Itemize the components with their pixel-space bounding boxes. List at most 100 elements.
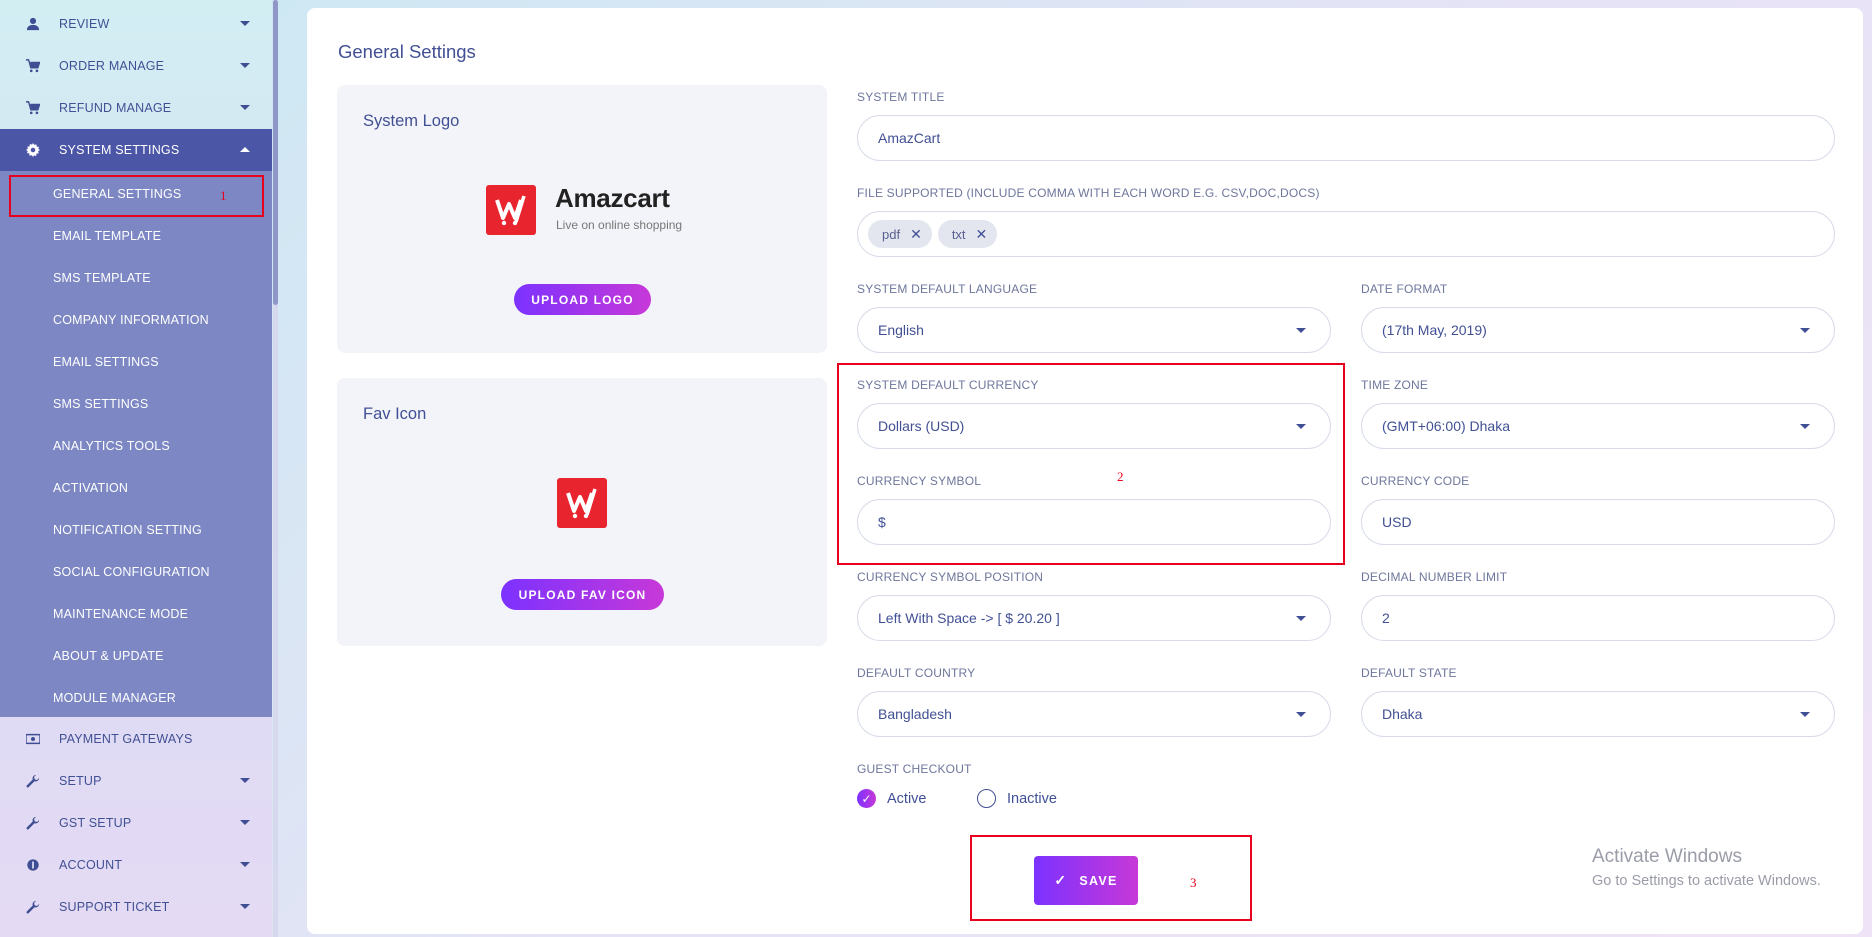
sidebar-item-label: SYSTEM SETTINGS bbox=[59, 143, 180, 157]
time-zone-value: (GMT+06:00) Dhaka bbox=[1382, 418, 1510, 434]
chevron-down-icon bbox=[240, 820, 250, 825]
radio-label: Active bbox=[887, 790, 927, 807]
windows-activation-subtitle: Go to Settings to activate Windows. bbox=[1592, 873, 1821, 889]
sidebar-item-label: ORDER MANAGE bbox=[59, 59, 165, 73]
annotation-number-3: 3 bbox=[1190, 875, 1197, 890]
chevron-down-icon bbox=[1800, 328, 1810, 333]
sidebar-item-order-manage[interactable]: ORDER MANAGE bbox=[0, 45, 272, 87]
language-value: English bbox=[878, 322, 924, 338]
brand-tagline: Live on online shopping bbox=[556, 218, 683, 232]
system-title-value: AmazCart bbox=[878, 130, 941, 146]
currency-code-value: USD bbox=[1382, 514, 1412, 530]
sidebar-item-label: SETUP bbox=[59, 774, 102, 788]
chevron-down-icon bbox=[1296, 328, 1306, 333]
system-logo-title: System Logo bbox=[363, 112, 460, 130]
guest-checkout-active-radio[interactable]: ✓ Active bbox=[857, 789, 927, 808]
decimal-limit-label: DECIMAL NUMBER LIMIT bbox=[1361, 570, 1508, 584]
submenu-item-email-template[interactable]: EMAIL TEMPLATE bbox=[0, 215, 272, 257]
submenu-item-about-update[interactable]: ABOUT & UPDATE bbox=[0, 635, 272, 677]
sidebar-item-setup[interactable]: SETUP bbox=[0, 760, 272, 802]
wrench-icon bbox=[25, 899, 41, 915]
file-supported-input[interactable]: pdf ✕ txt ✕ bbox=[857, 211, 1835, 257]
close-icon[interactable]: ✕ bbox=[910, 226, 922, 243]
submenu-item-email-settings[interactable]: EMAIL SETTINGS bbox=[0, 341, 272, 383]
sidebar-item-system-settings[interactable]: SYSTEM SETTINGS bbox=[0, 129, 272, 171]
symbol-position-label: CURRENCY SYMBOL POSITION bbox=[857, 570, 1044, 584]
fav-icon-title: Fav Icon bbox=[363, 405, 427, 423]
decimal-limit-input[interactable]: 2 bbox=[1361, 595, 1835, 641]
radio-circle-icon bbox=[977, 789, 996, 808]
state-value: Dhaka bbox=[1382, 706, 1423, 722]
sidebar-item-support-ticket[interactable]: SUPPORT TICKET bbox=[0, 886, 272, 928]
currency-code-input[interactable]: USD bbox=[1361, 499, 1835, 545]
sidebar: REVIEW ORDER MANAGE REFUND MANAGE SYSTEM… bbox=[0, 0, 272, 937]
chevron-up-icon bbox=[240, 147, 250, 152]
annotation-number-2: 2 bbox=[1117, 469, 1124, 484]
time-zone-select[interactable]: (GMT+06:00) Dhaka bbox=[1361, 403, 1835, 449]
user-icon bbox=[25, 16, 41, 32]
cart-icon bbox=[25, 100, 41, 116]
system-settings-submenu: GENERAL SETTINGS EMAIL TEMPLATE SMS TEMP… bbox=[0, 171, 272, 717]
annotation-box-2 bbox=[837, 363, 1345, 565]
submenu-item-company-information[interactable]: COMPANY INFORMATION bbox=[0, 299, 272, 341]
wrench-icon bbox=[25, 773, 41, 789]
sidebar-item-account[interactable]: ACCOUNT bbox=[0, 844, 272, 886]
chevron-down-icon bbox=[240, 63, 250, 68]
file-supported-label: FILE SUPPORTED (INCLUDE COMMA WITH EACH … bbox=[857, 186, 1320, 200]
chevron-down-icon bbox=[240, 778, 250, 783]
submenu-item-module-manager[interactable]: MODULE MANAGER bbox=[0, 677, 272, 719]
file-tag: pdf ✕ bbox=[868, 220, 932, 248]
submenu-item-sms-settings[interactable]: SMS SETTINGS bbox=[0, 383, 272, 425]
symbol-position-select[interactable]: Left With Space -> [ $ 20.20 ] bbox=[857, 595, 1331, 641]
sidebar-item-refund-manage[interactable]: REFUND MANAGE bbox=[0, 87, 272, 129]
chevron-down-icon bbox=[1800, 424, 1810, 429]
state-select[interactable]: Dhaka bbox=[1361, 691, 1835, 737]
upload-fav-icon-button[interactable]: UPLOAD FAV ICON bbox=[501, 579, 664, 610]
country-value: Bangladesh bbox=[878, 706, 952, 722]
brand-name: Amazcart bbox=[555, 183, 670, 213]
system-title-input[interactable]: AmazCart bbox=[857, 115, 1835, 161]
sidebar-item-label: REVIEW bbox=[59, 17, 110, 31]
submenu-item-sms-template[interactable]: SMS TEMPLATE bbox=[0, 257, 272, 299]
chevron-down-icon bbox=[240, 904, 250, 909]
time-zone-label: TIME ZONE bbox=[1361, 378, 1429, 392]
wrench-icon bbox=[25, 815, 41, 831]
file-tag-label: pdf bbox=[882, 226, 901, 242]
page-title: General Settings bbox=[338, 41, 476, 62]
sidebar-item-payment-gateways[interactable]: PAYMENT GATEWAYS bbox=[0, 718, 272, 760]
close-icon[interactable]: ✕ bbox=[976, 226, 988, 243]
language-label: SYSTEM DEFAULT LANGUAGE bbox=[857, 282, 1038, 296]
sidebar-item-label: GST SETUP bbox=[59, 816, 132, 830]
date-format-value: (17th May, 2019) bbox=[1382, 322, 1487, 338]
fav-icon-panel: Fav Icon UPLOAD FAV ICON bbox=[337, 378, 827, 646]
chevron-down-icon bbox=[240, 105, 250, 110]
submenu-item-social-configuration[interactable]: SOCIAL CONFIGURATION bbox=[0, 551, 272, 593]
sidebar-scrollbar-thumb[interactable] bbox=[273, 0, 278, 305]
country-label: DEFAULT COUNTRY bbox=[857, 666, 976, 680]
language-select[interactable]: English bbox=[857, 307, 1331, 353]
sidebar-item-label: ACCOUNT bbox=[59, 858, 123, 872]
state-label: DEFAULT STATE bbox=[1361, 666, 1457, 680]
radio-label: Inactive bbox=[1007, 790, 1057, 807]
sidebar-item-review[interactable]: REVIEW bbox=[0, 3, 272, 45]
chevron-down-icon bbox=[240, 862, 250, 867]
date-format-select[interactable]: (17th May, 2019) bbox=[1361, 307, 1835, 353]
file-tag-label: txt bbox=[951, 226, 966, 242]
sidebar-item-gst-setup[interactable]: GST SETUP bbox=[0, 802, 272, 844]
chevron-down-icon bbox=[1296, 616, 1306, 621]
sidebar-scrollbar[interactable] bbox=[273, 0, 278, 937]
check-icon: ✓ bbox=[857, 789, 876, 808]
sidebar-item-label: REFUND MANAGE bbox=[59, 101, 172, 115]
country-select[interactable]: Bangladesh bbox=[857, 691, 1331, 737]
sidebar-item-label: PAYMENT GATEWAYS bbox=[59, 732, 193, 746]
submenu-item-notification-setting[interactable]: NOTIFICATION SETTING bbox=[0, 509, 272, 551]
fav-icon-preview-icon bbox=[557, 478, 607, 528]
cart-icon bbox=[25, 58, 41, 74]
submenu-item-analytics-tools[interactable]: ANALYTICS TOOLS bbox=[0, 425, 272, 467]
submenu-item-activation[interactable]: ACTIVATION bbox=[0, 467, 272, 509]
system-logo-panel: System Logo Amazcart Live on online shop… bbox=[337, 85, 827, 353]
guest-checkout-inactive-radio[interactable]: Inactive bbox=[977, 789, 1057, 808]
upload-logo-button[interactable]: UPLOAD LOGO bbox=[514, 284, 651, 315]
coin-icon bbox=[25, 857, 41, 873]
submenu-item-maintenance-mode[interactable]: MAINTENANCE MODE bbox=[0, 593, 272, 635]
